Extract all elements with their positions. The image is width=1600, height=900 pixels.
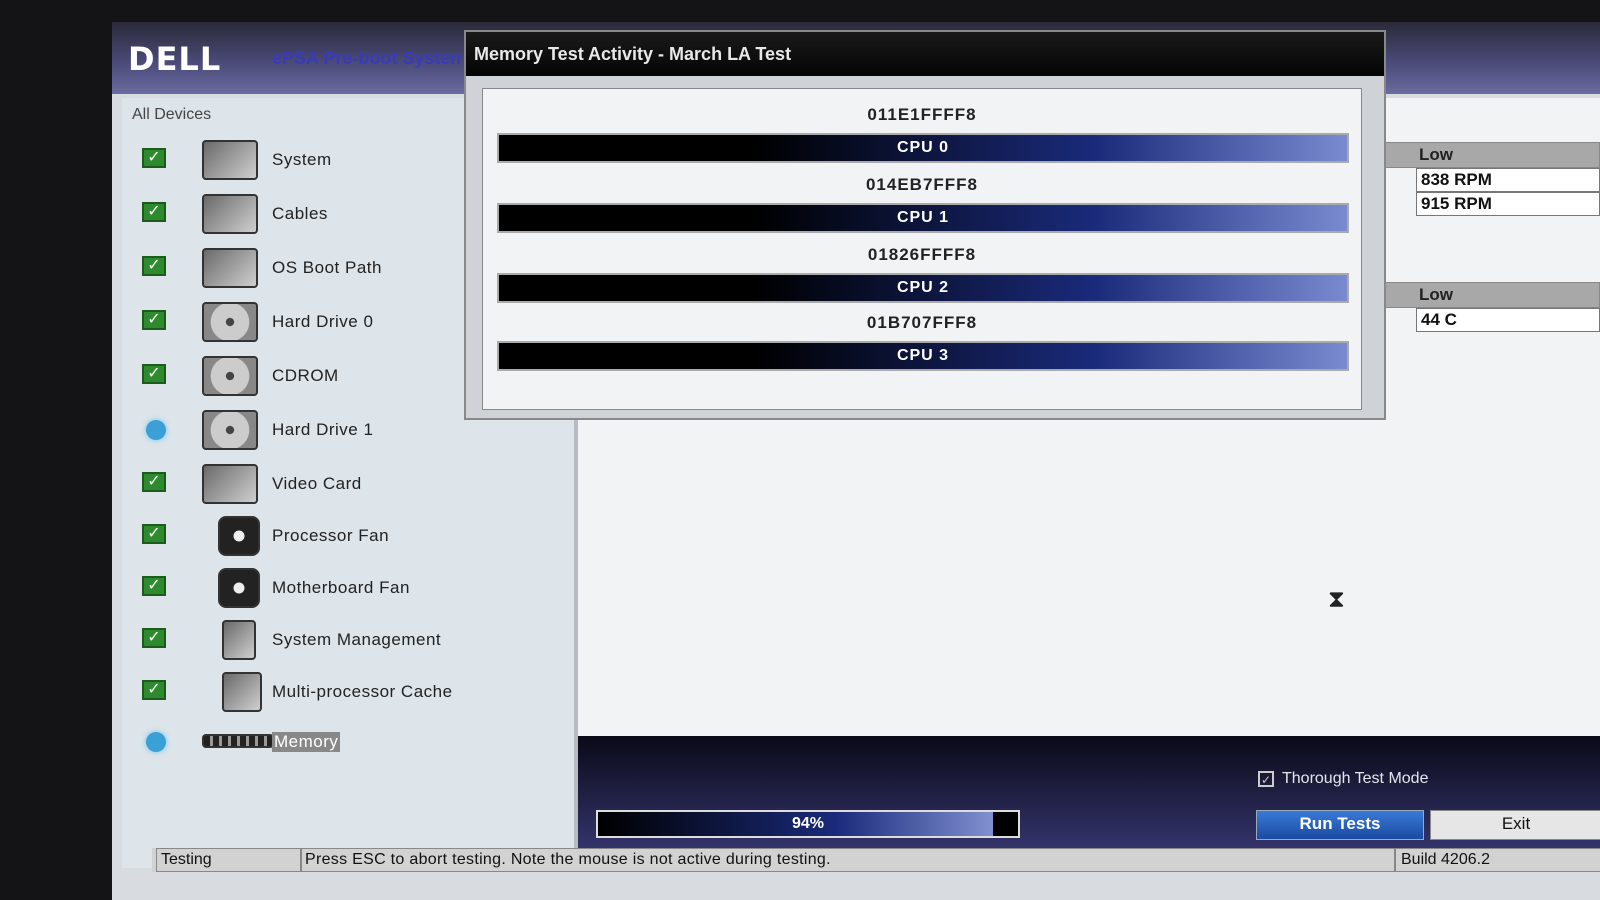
memory-icon xyxy=(202,734,274,748)
exit-button[interactable]: Exit xyxy=(1430,810,1600,840)
device-label: Multi-processor Cache xyxy=(272,682,453,701)
app-title: ePSA Pre-boot System Assessment xyxy=(272,48,462,68)
hourglass-icon: ⧗ xyxy=(1328,586,1345,613)
device-item-processor-fan[interactable]: ✓ Processor Fan xyxy=(142,514,562,560)
fan-speed-table: Low 838 RPM 915 RPM xyxy=(1382,142,1600,216)
thorough-test-mode[interactable]: ✓ Thorough Test Mode xyxy=(1258,770,1428,788)
device-item-memory[interactable]: Memory xyxy=(142,720,562,766)
cpu-label: CPU 0 xyxy=(896,139,950,156)
temperature-table: Low 44 C xyxy=(1382,282,1600,332)
device-label: Processor Fan xyxy=(272,526,390,545)
cpu-label: CPU 2 xyxy=(896,279,950,296)
device-label: System Management xyxy=(272,630,442,649)
status-message: Press ESC to abort testing. Note the mou… xyxy=(300,848,1396,872)
passed-check-icon: ✓ xyxy=(142,310,166,330)
fan-icon xyxy=(218,516,260,556)
hard-drive-icon xyxy=(202,302,258,342)
testing-dot-icon xyxy=(146,732,166,752)
passed-check-icon: ✓ xyxy=(142,680,166,700)
device-label: Cables xyxy=(272,204,328,223)
device-label: Motherboard Fan xyxy=(272,578,410,597)
build-number: Build 4206.2 xyxy=(1394,848,1600,872)
status-bar: Testing Press ESC to abort testing. Note… xyxy=(152,848,1600,872)
system-management-icon xyxy=(222,620,256,660)
boot-path-icon xyxy=(202,248,258,288)
progress-label: 94% xyxy=(791,815,825,832)
device-item-system-management[interactable]: ✓ System Management xyxy=(142,618,562,664)
device-item-video-card[interactable]: ✓ Video Card xyxy=(142,462,562,508)
cpu-chip-icon xyxy=(222,672,262,712)
fan-reading: 838 RPM xyxy=(1416,168,1600,192)
run-tests-button[interactable]: Run Tests xyxy=(1256,810,1424,840)
device-label: CDROM xyxy=(272,366,339,385)
hard-drive-icon xyxy=(202,410,258,450)
cpu-label: CPU 3 xyxy=(896,347,950,364)
passed-check-icon: ✓ xyxy=(142,524,166,544)
cpu-address: 01826FFFF8 xyxy=(867,245,977,264)
passed-check-icon: ✓ xyxy=(142,148,166,168)
laptop-icon xyxy=(202,140,258,180)
cpu-address: 014EB7FFF8 xyxy=(865,175,979,194)
cpu-address: 01B707FFF8 xyxy=(866,313,978,332)
device-label: OS Boot Path xyxy=(272,258,382,277)
device-label: Memory xyxy=(272,732,341,752)
temp-reading: 44 C xyxy=(1416,308,1600,332)
dialog-title: Memory Test Activity - March LA Test xyxy=(466,32,1384,76)
cpu-progress-bar: CPU 0 xyxy=(497,133,1349,163)
all-devices-heading: All Devices xyxy=(132,106,212,123)
device-label: Video Card xyxy=(272,474,362,493)
pending-dot-icon xyxy=(146,420,166,440)
temp-low-header: Low xyxy=(1382,282,1600,308)
thorough-label: Thorough Test Mode xyxy=(1282,770,1429,787)
device-item-motherboard-fan[interactable]: ✓ Motherboard Fan xyxy=(142,566,562,612)
device-item-multiprocessor-cache[interactable]: ✓ Multi-processor Cache xyxy=(142,670,562,716)
fan-icon xyxy=(218,568,260,608)
cdrom-icon xyxy=(202,356,258,396)
device-label: Hard Drive 1 xyxy=(272,420,374,439)
video-card-icon xyxy=(202,464,258,504)
dell-logo: DELL xyxy=(128,40,222,78)
passed-check-icon: ✓ xyxy=(142,364,166,384)
cpu-progress-bar: CPU 1 xyxy=(497,203,1349,233)
passed-check-icon: ✓ xyxy=(142,576,166,596)
device-label: System xyxy=(272,150,332,169)
passed-check-icon: ✓ xyxy=(142,472,166,492)
passed-check-icon: ✓ xyxy=(142,628,166,648)
overall-progress-bar: 94% xyxy=(596,810,1020,838)
cpu-label: CPU 1 xyxy=(896,209,950,226)
passed-check-icon: ✓ xyxy=(142,202,166,222)
device-label: Hard Drive 0 xyxy=(272,312,374,331)
fan-low-header: Low xyxy=(1382,142,1600,168)
cpu-address: 011E1FFFF8 xyxy=(867,105,977,124)
passed-check-icon: ✓ xyxy=(142,256,166,276)
checkbox-checked-icon[interactable]: ✓ xyxy=(1258,770,1274,787)
status-state: Testing xyxy=(156,848,302,872)
cpu-progress-bar: CPU 3 xyxy=(497,341,1349,371)
control-bar: 94% ✓ Thorough Test Mode Run Tests Exit xyxy=(578,736,1600,866)
memory-test-dialog: Memory Test Activity - March LA Test 011… xyxy=(464,30,1386,420)
cpu-progress-bar: CPU 2 xyxy=(497,273,1349,303)
fan-reading: 915 RPM xyxy=(1416,192,1600,216)
cable-icon xyxy=(202,194,258,234)
dialog-body: 011E1FFFF8 CPU 0 014EB7FFF8 CPU 1 01826F… xyxy=(482,88,1362,410)
